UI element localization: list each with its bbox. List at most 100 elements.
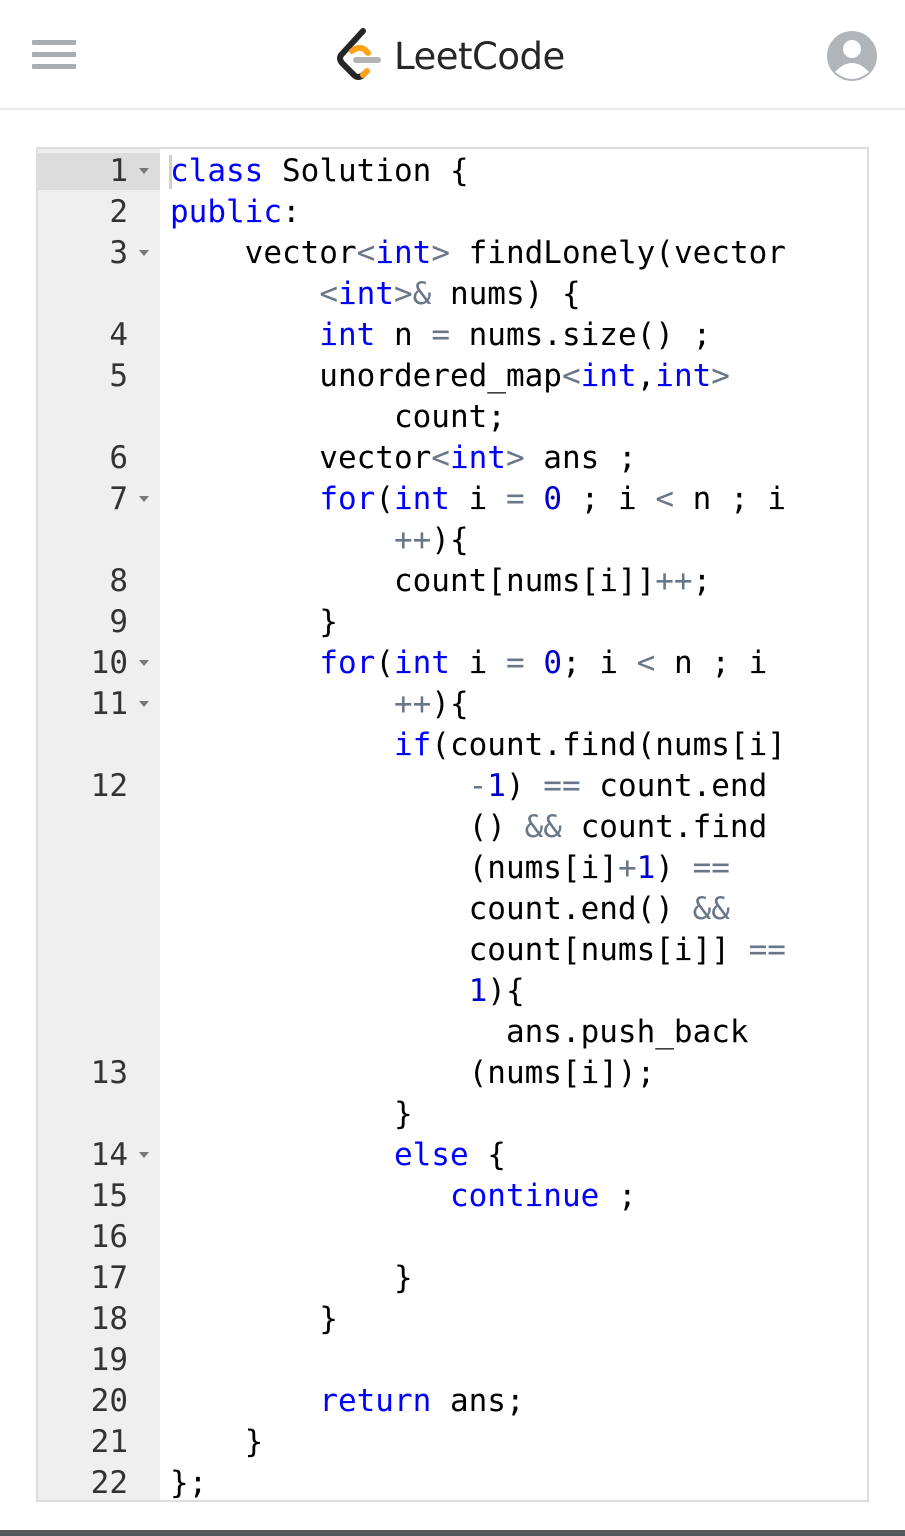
code-keyword: class xyxy=(170,153,264,189)
hamburger-menu-icon[interactable] xyxy=(32,38,76,72)
code-line: continue ; xyxy=(170,1176,637,1217)
code-operator: == xyxy=(543,768,581,804)
line-number: 22 xyxy=(90,1465,128,1501)
leetcode-logo-icon xyxy=(337,28,381,80)
code-text: count.end() xyxy=(170,891,693,927)
line-number: 18 xyxy=(90,1301,128,1337)
code-text: i xyxy=(449,645,506,681)
code-text: count[nums[i]] xyxy=(170,932,749,968)
code-keyword: int xyxy=(393,481,450,517)
code-text: n xyxy=(375,317,432,353)
code-text: ){ xyxy=(487,973,525,1009)
code-operator: < xyxy=(561,358,581,394)
code-text: { xyxy=(468,1137,506,1173)
line-number: 8 xyxy=(109,563,128,599)
code-operator: > xyxy=(431,235,450,271)
code-text: ) xyxy=(505,768,544,804)
code-line: count; xyxy=(170,397,506,438)
code-line: vector<int> findLonely(vector xyxy=(170,233,786,274)
code-text: ){ xyxy=(431,686,469,722)
code-number: 1 xyxy=(468,973,488,1009)
code-keyword: int xyxy=(393,645,450,681)
code-text: ans.push_back xyxy=(170,1014,749,1050)
line-number: 1 xyxy=(109,153,128,189)
code-operator: + xyxy=(617,850,637,886)
fold-toggle-icon[interactable] xyxy=(138,479,150,520)
code-line: ans.push_back xyxy=(170,1012,749,1053)
code-text: vector xyxy=(170,235,357,271)
code-keyword: int xyxy=(319,317,376,353)
code-text: n ; i xyxy=(655,645,768,681)
code-operator: ++ xyxy=(393,686,432,722)
code-text: count.find xyxy=(561,809,768,845)
code-text: nums.size() ; xyxy=(449,317,712,353)
code-line: } xyxy=(170,602,338,643)
line-number: 4 xyxy=(109,317,128,353)
code-line: ++){ xyxy=(170,684,469,725)
code-text: ; xyxy=(692,563,712,599)
code-text: () xyxy=(170,809,525,845)
fold-toggle-icon[interactable] xyxy=(138,643,150,684)
line-number: 9 xyxy=(109,604,128,640)
brand-logo-link[interactable]: LeetCode xyxy=(334,26,565,86)
code-text: (nums[i] xyxy=(170,850,618,886)
code-editor[interactable]: 1 2 3 4 5 6 7 8 9 10 11 12 13 14 15 16 17 18 19 20 21 22 clas… xyxy=(36,147,869,1502)
line-number: 11 xyxy=(90,686,128,722)
code-text: n ; i xyxy=(674,481,786,517)
code-keyword: int xyxy=(655,358,712,394)
code-line: (nums[i]); xyxy=(170,1053,656,1094)
code-number: 1 xyxy=(487,768,506,804)
code-operator: = xyxy=(505,645,525,681)
line-number: 2 xyxy=(109,194,128,230)
code-operator: >& xyxy=(393,276,432,312)
code-text: ; xyxy=(599,1178,637,1214)
code-text: , xyxy=(636,358,656,394)
code-line: count[nums[i]] == xyxy=(170,930,786,971)
top-nav-bar: LeetCode xyxy=(0,0,905,110)
line-number: 12 xyxy=(90,768,128,804)
line-number: 21 xyxy=(90,1424,128,1460)
user-avatar-icon[interactable] xyxy=(826,30,878,82)
code-text: (count.find(nums[i] xyxy=(431,727,786,763)
fold-toggle-icon[interactable] xyxy=(138,684,150,725)
code-line: else { xyxy=(170,1135,506,1176)
code-line: } xyxy=(170,1422,264,1463)
code-line: for(int i = 0; i < n ; i xyxy=(170,643,767,684)
fold-toggle-icon[interactable] xyxy=(138,151,150,192)
code-line: -1) == count.end xyxy=(170,766,768,807)
code-line: }; xyxy=(170,1463,208,1501)
code-text: vector xyxy=(170,440,432,476)
code-text: findLonely(vector xyxy=(449,235,786,271)
code-text: ( xyxy=(375,481,394,517)
code-text: ans; xyxy=(431,1383,525,1419)
fold-toggle-icon[interactable] xyxy=(138,1135,150,1176)
code-text: } xyxy=(170,1301,338,1337)
code-keyword: public xyxy=(170,194,282,230)
code-operator: ++ xyxy=(393,522,432,558)
code-keyword: int xyxy=(449,440,506,476)
code-operator: < xyxy=(636,645,656,681)
code-operator: > xyxy=(711,358,730,394)
code-operator: < xyxy=(431,440,450,476)
code-line: unordered_map<int,int> xyxy=(170,356,730,397)
code-operator: > xyxy=(505,440,525,476)
line-number: 19 xyxy=(90,1342,128,1378)
fold-toggle-icon[interactable] xyxy=(138,233,150,274)
code-keyword: int xyxy=(580,358,637,394)
code-line: return ans; xyxy=(170,1381,525,1422)
code-text: }; xyxy=(170,1465,208,1501)
code-line: for(int i = 0 ; i < n ; i xyxy=(170,479,786,520)
code-line: } xyxy=(170,1258,413,1299)
code-line: <int>& nums) { xyxy=(170,274,580,315)
code-keyword: for xyxy=(319,645,376,681)
code-keyword: continue xyxy=(449,1178,600,1214)
code-operator: && xyxy=(692,891,730,927)
code-line: 1){ xyxy=(170,971,525,1012)
